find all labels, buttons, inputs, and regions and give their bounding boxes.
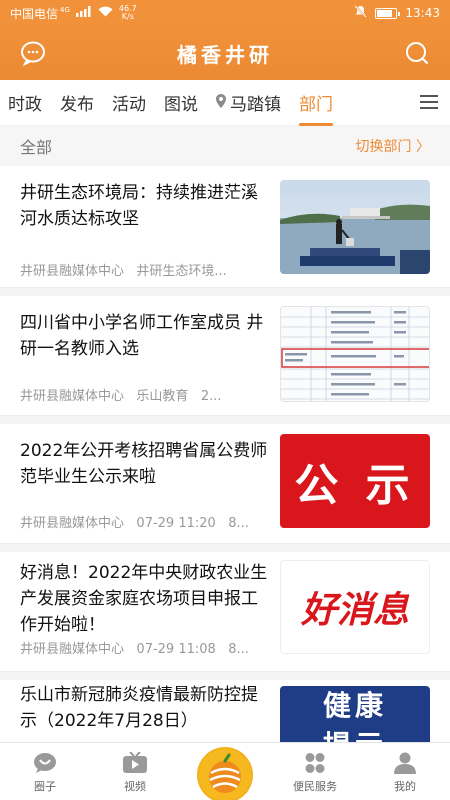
tab-bumen[interactable]: 部门: [290, 80, 342, 126]
carrier-name: 中国电信: [10, 6, 59, 21]
news-extra: 2...: [200, 389, 222, 404]
news-time: 07-29 11:20: [136, 516, 216, 531]
nav-item-quanzi[interactable]: 圈子: [0, 743, 90, 800]
nav-label: 我的: [394, 780, 416, 793]
divider: [0, 416, 450, 424]
battery-icon: [375, 7, 401, 19]
menu-icon[interactable]: [420, 95, 438, 111]
news-title: 好消息！2022年中央财政农业生产发展资金家庭农场项目申报工作开始啦！: [20, 563, 268, 635]
wifi-icon: [98, 6, 113, 20]
thumb-caption: 健康: [322, 689, 387, 722]
news-thumbnail: [280, 180, 430, 274]
news-meta: 井研县融媒体中心 07-29 11:20 8...: [20, 512, 270, 531]
center-logo-icon[interactable]: [197, 747, 253, 800]
network-speed: 46.7 K/s: [119, 5, 137, 21]
tab-fabu[interactable]: 发布: [51, 80, 103, 126]
tab-label: 发布: [60, 95, 94, 115]
news-thumbnail: 健康 提示: [280, 686, 430, 742]
news-item[interactable]: 四川省中小学名师工作室成员 井研一名教师入选 井研县融媒体中心 乐山教育 2..…: [0, 296, 450, 416]
search-icon[interactable]: [404, 40, 430, 66]
network-type: 4G: [60, 6, 70, 14]
news-source: 井研县融媒体中心: [20, 389, 125, 404]
nav-item-bianmin[interactable]: 便民服务: [270, 743, 360, 800]
nav-label: 视频: [124, 780, 146, 793]
mute-icon: [354, 5, 368, 21]
tab-label: 部门: [299, 95, 333, 115]
tab-label: 马踏镇: [230, 95, 281, 115]
divider: [0, 544, 450, 552]
status-bar: 中国电信 4G 46.7 K/s 13:43: [0, 0, 450, 26]
tv-icon: [122, 751, 148, 774]
nav-label: 便民服务: [293, 780, 337, 793]
signal-icon: [75, 6, 92, 20]
news-title: 四川省中小学名师工作室成员 井研一名教师入选: [20, 313, 264, 359]
news-source: 井研县融媒体中心: [20, 516, 125, 531]
tab-label: 时政: [8, 95, 42, 115]
thumb-caption: 公 示: [294, 460, 416, 511]
tab-matazhen[interactable]: 马踏镇: [207, 80, 290, 126]
app-title: 橘香井研: [177, 42, 273, 67]
news-thumbnail: 公 示: [280, 434, 430, 528]
news-source: 井研县融媒体中心: [20, 642, 125, 657]
tab-label: 活动: [112, 95, 146, 115]
tab-tushuo[interactable]: 图说: [155, 80, 207, 126]
thumb-caption: 好消息: [300, 590, 409, 631]
category-tabs: 时政 发布 活动 图说 马踏镇 部门: [0, 80, 450, 126]
nav-item-wode[interactable]: 我的: [360, 743, 450, 800]
app-header: 橘香井研: [0, 26, 450, 80]
divider: [0, 672, 450, 680]
news-item[interactable]: 乐山市新冠肺炎疫情最新防控提示（2022年7月28日） 健康 提示: [0, 680, 450, 742]
location-pin-icon: [216, 93, 226, 113]
news-extra: 井研生态环境...: [136, 264, 227, 279]
department-filter-bar: 全部 切换部门 〉: [0, 126, 450, 166]
news-extra: 乐山教育: [136, 389, 189, 404]
news-title: 2022年公开考核招聘省属公费师范毕业生公示来啦: [20, 441, 268, 487]
news-title: 乐山市新冠肺炎疫情最新防控提示（2022年7月28日）: [20, 685, 258, 731]
news-thumbnail: 好消息: [280, 560, 430, 654]
chat-bubble-icon[interactable]: [20, 40, 46, 66]
news-extra: 8...: [228, 642, 249, 657]
news-time: 07-29 11:08: [136, 642, 216, 657]
divider: [0, 288, 450, 296]
news-extra: 8...: [228, 516, 249, 531]
tab-label: 图说: [164, 95, 198, 115]
news-thumbnail: [280, 306, 430, 402]
nav-item-shipin[interactable]: 视频: [90, 743, 180, 800]
speed-unit: K/s: [121, 12, 134, 21]
news-item[interactable]: 2022年公开考核招聘省属公费师范毕业生公示来啦 井研县融媒体中心 07-29 …: [0, 424, 450, 544]
chat-circle-icon: [32, 752, 58, 774]
news-source: 井研县融媒体中心: [20, 264, 125, 279]
news-item[interactable]: 好消息！2022年中央财政农业生产发展资金家庭农场项目申报工作开始啦！ 井研县融…: [0, 552, 450, 672]
news-meta: 井研县融媒体中心 乐山教育 2...: [20, 385, 270, 404]
filter-all-label: 全部: [20, 138, 53, 157]
tab-shizheng[interactable]: 时政: [0, 80, 51, 126]
news-meta: 井研县融媒体中心 井研生态环境...: [20, 260, 270, 279]
user-icon: [392, 752, 418, 774]
news-item[interactable]: 井研生态环境局：持续推进茫溪河水质达标攻坚 井研县融媒体中心 井研生态环境...: [0, 166, 450, 288]
clock: 13:43: [405, 6, 440, 20]
news-meta: 井研县融媒体中心 07-29 11:08 8...: [20, 638, 270, 657]
nav-label: 圈子: [34, 780, 56, 793]
grid-service-icon: [302, 752, 328, 774]
news-title: 井研生态环境局：持续推进茫溪河水质达标攻坚: [20, 183, 258, 229]
switch-department-button[interactable]: 切换部门 〉: [356, 136, 430, 156]
tab-huodong[interactable]: 活动: [103, 80, 155, 126]
thumb-caption: 提示: [323, 729, 387, 742]
